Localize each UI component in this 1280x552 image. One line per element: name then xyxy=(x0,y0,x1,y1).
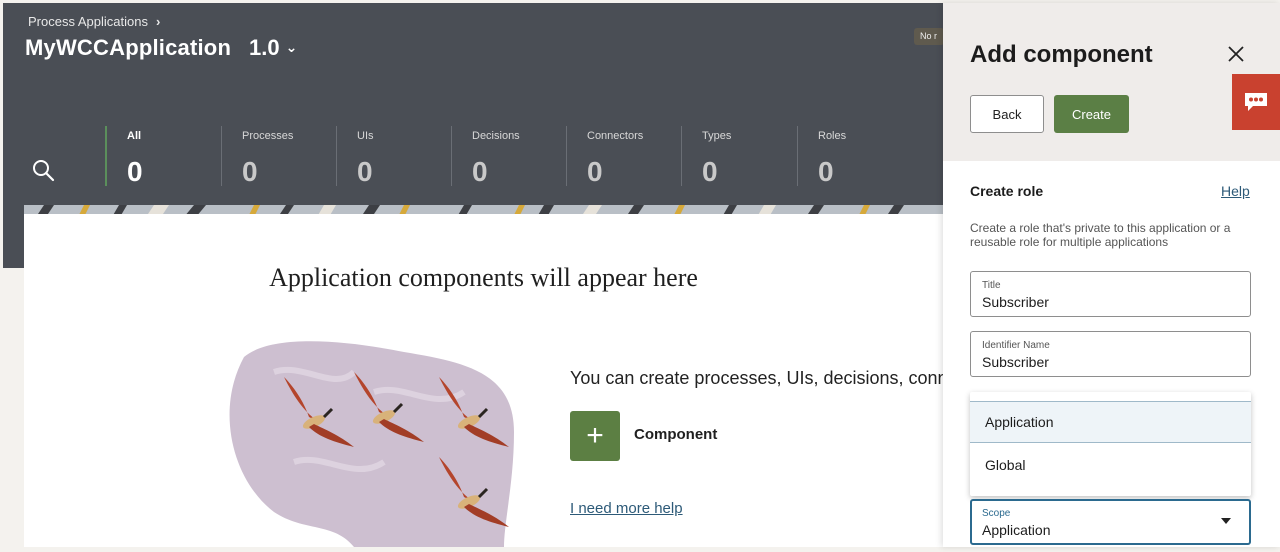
status-badge: No r xyxy=(914,28,944,45)
field-value[interactable]: Application xyxy=(982,522,1051,538)
stat-count: 0 xyxy=(472,156,488,187)
create-button[interactable]: Create xyxy=(1054,95,1129,133)
stat-label: Processes xyxy=(242,130,294,142)
field-label: Scope xyxy=(982,508,1011,519)
chevron-down-icon: ⌄ xyxy=(285,39,298,55)
field-label: Identifier Name xyxy=(982,340,1050,351)
stat-label: UIs xyxy=(357,130,374,142)
section-title: Create role xyxy=(970,183,1044,199)
scope-option-application[interactable]: Application xyxy=(970,401,1251,443)
scope-select[interactable]: Scope Application xyxy=(970,499,1251,545)
empty-state-title: Application components will appear here xyxy=(269,263,698,292)
stat-count: 0 xyxy=(587,156,603,187)
help-link[interactable]: Help xyxy=(1221,183,1250,199)
title-field[interactable]: Title Subscriber xyxy=(970,271,1251,317)
back-button[interactable]: Back xyxy=(970,95,1044,133)
stat-roles[interactable]: Roles 0 xyxy=(797,126,907,187)
stat-types[interactable]: Types 0 xyxy=(681,126,791,187)
empty-state-description: You can create processes, UIs, decisions… xyxy=(570,368,958,388)
field-label: Title xyxy=(982,280,1001,291)
breadcrumb[interactable]: Process Applications › xyxy=(28,14,160,29)
scope-dropdown-list: Application Global xyxy=(970,392,1251,496)
breadcrumb-label[interactable]: Process Applications xyxy=(28,14,148,29)
stat-label: Decisions xyxy=(472,130,520,142)
feedback-chat-icon[interactable] xyxy=(1232,74,1280,130)
stat-connectors[interactable]: Connectors 0 xyxy=(566,126,676,187)
panel-header xyxy=(943,3,1280,161)
version-selector[interactable]: 1.0 ⌄ xyxy=(249,35,297,61)
geese-illustration xyxy=(214,332,524,547)
chevron-right-icon: › xyxy=(155,14,161,29)
stat-count: 0 xyxy=(702,156,718,187)
stat-count: 0 xyxy=(242,156,258,187)
stat-label: Roles xyxy=(818,130,847,142)
stat-label: Connectors xyxy=(587,130,644,142)
section-description: Create a role that's private to this app… xyxy=(970,221,1231,249)
stat-all[interactable]: All 0 xyxy=(105,126,215,187)
app-title: MyWCCApplication xyxy=(25,35,232,60)
stat-count: 0 xyxy=(818,156,834,187)
stat-label: Types xyxy=(702,130,732,142)
field-value[interactable]: Subscriber xyxy=(982,354,1049,370)
version-label[interactable]: 1.0 xyxy=(249,35,280,60)
add-component-panel: Add component Back Create Create role He… xyxy=(943,3,1280,547)
stat-label: All xyxy=(127,130,142,142)
caret-down-icon[interactable] xyxy=(1221,518,1231,524)
close-icon[interactable] xyxy=(1226,44,1246,64)
add-component-label[interactable]: Component xyxy=(634,426,717,443)
stat-count: 0 xyxy=(357,156,373,187)
identifier-name-field[interactable]: Identifier Name Subscriber xyxy=(970,331,1251,377)
scope-option-global[interactable]: Global xyxy=(970,444,1251,486)
stat-count: 0 xyxy=(127,156,143,187)
components-empty-state: Application components will appear here xyxy=(24,214,958,547)
plus-icon: + xyxy=(586,419,604,452)
add-component-button[interactable]: + xyxy=(570,411,620,461)
stat-decisions[interactable]: Decisions 0 xyxy=(451,126,561,187)
stat-processes[interactable]: Processes 0 xyxy=(221,126,331,187)
stat-uis[interactable]: UIs 0 xyxy=(336,126,446,187)
field-value[interactable]: Subscriber xyxy=(982,294,1049,310)
need-help-link[interactable]: I need more help xyxy=(570,500,683,517)
search-icon[interactable] xyxy=(31,158,57,184)
panel-title: Add component xyxy=(970,41,1153,68)
